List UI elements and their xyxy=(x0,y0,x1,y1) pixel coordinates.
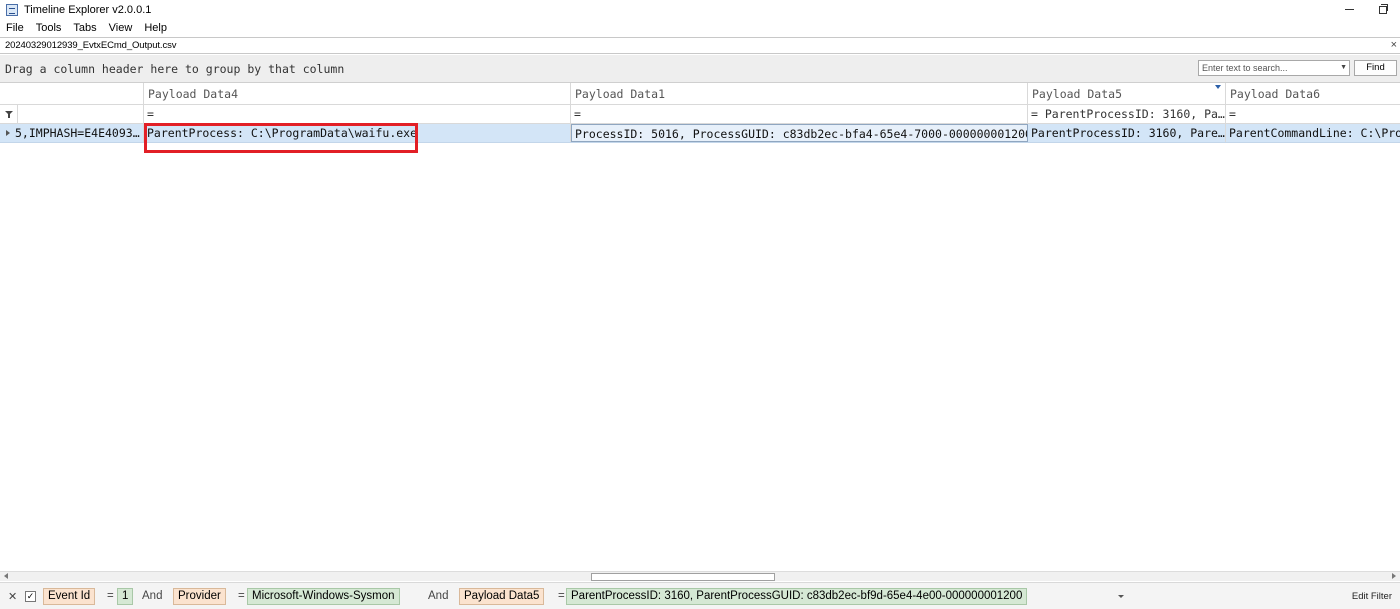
column-header-payload-data5[interactable]: Payload Data5 xyxy=(1028,83,1226,104)
column-header-payload-data1[interactable]: Payload Data1 xyxy=(571,83,1028,104)
search-input[interactable]: Enter text to search... ▼ xyxy=(1198,60,1350,76)
cell-payload-data5[interactable]: ParentProcessID: 3160, Pare… xyxy=(1028,124,1226,142)
edit-filter-button[interactable]: Edit Filter xyxy=(1352,591,1392,602)
row-arrow-icon xyxy=(6,130,10,136)
close-tab-icon[interactable]: × xyxy=(1391,38,1397,53)
table-row[interactable]: 5,IMPHASH=E4E4093… ParentProcess: C:\Pro… xyxy=(0,124,1400,143)
group-hint-text: Drag a column header here to group by th… xyxy=(5,62,345,76)
scroll-right-icon[interactable] xyxy=(1392,573,1396,579)
column-header-payload-data6[interactable]: Payload Data6 xyxy=(1226,83,1400,104)
row-indicator xyxy=(0,124,12,142)
window-controls xyxy=(1332,0,1400,19)
column-header-payload-data4[interactable]: Payload Data4 xyxy=(144,83,571,104)
clear-filter-icon[interactable]: ✕ xyxy=(8,590,17,603)
title-bar: Timeline Explorer v2.0.0.1 xyxy=(0,0,1400,19)
filter-cell-payload-data4[interactable]: = xyxy=(144,105,571,123)
cell-payload-data1[interactable]: ProcessID: 5016, ProcessGUID: c83db2ec-b… xyxy=(571,124,1028,142)
menu-help[interactable]: Help xyxy=(138,22,173,34)
find-button[interactable]: Find xyxy=(1354,60,1397,76)
scroll-left-icon[interactable] xyxy=(4,573,8,579)
filter-value-payload-data5[interactable]: ParentProcessID: 3160, ParentProcessGUID… xyxy=(566,588,1028,605)
filter-value-event-id[interactable]: 1 xyxy=(117,588,134,605)
scrollbar-thumb[interactable] xyxy=(591,573,775,581)
filter-cell-payload-data6[interactable]: = xyxy=(1226,105,1400,123)
minimize-icon xyxy=(1344,9,1354,10)
filter-field-event-id[interactable]: Event Id xyxy=(43,588,96,605)
filter-marker-icon xyxy=(1215,85,1221,89)
cell-payload-data6[interactable]: ParentCommandLine: C:\Prog xyxy=(1226,124,1400,142)
filter-operator[interactable]: = xyxy=(107,590,114,602)
cell-payload-data4[interactable]: ParentProcess: C:\ProgramData\waifu.exe xyxy=(144,124,571,142)
filter-row-icon-cell xyxy=(0,105,18,123)
filter-cell-payload-data5[interactable]: = ParentProcessID: 3160, Pa… xyxy=(1028,105,1226,123)
window-title: Timeline Explorer v2.0.0.1 xyxy=(24,3,152,16)
restore-button[interactable] xyxy=(1366,0,1400,19)
column-header-prev[interactable] xyxy=(0,83,144,104)
tab-bar: 20240329012939_EvtxECmd_Output.csv × xyxy=(0,37,1400,54)
chevron-down-icon[interactable]: ▼ xyxy=(1340,61,1347,75)
filter-cell-prev[interactable] xyxy=(18,105,144,123)
auto-filter-row: = = = ParentProcessID: 3160, Pa… = xyxy=(0,105,1400,124)
menu-tools[interactable]: Tools xyxy=(30,22,68,34)
filter-enabled-checkbox[interactable]: ✓ xyxy=(25,591,36,602)
chevron-down-icon[interactable] xyxy=(1118,595,1124,598)
column-header-label: Payload Data5 xyxy=(1032,87,1123,101)
filter-operator[interactable]: = xyxy=(238,590,245,602)
filter-and[interactable]: And xyxy=(142,590,162,602)
menu-file[interactable]: File xyxy=(0,22,30,34)
group-panel[interactable]: Drag a column header here to group by th… xyxy=(0,55,1400,83)
filter-operator[interactable]: = xyxy=(558,590,565,602)
filter-cell-payload-data1[interactable]: = xyxy=(571,105,1028,123)
restore-icon xyxy=(1379,3,1388,14)
app-icon xyxy=(6,3,18,16)
tab-csv-file[interactable]: 20240329012939_EvtxECmd_Output.csv xyxy=(0,38,181,53)
filter-value-provider[interactable]: Microsoft-Windows-Sysmon xyxy=(247,588,400,605)
minimize-button[interactable] xyxy=(1332,0,1366,19)
menu-view[interactable]: View xyxy=(103,22,139,34)
cell-prev[interactable]: 5,IMPHASH=E4E4093… xyxy=(12,124,144,142)
filter-field-provider[interactable]: Provider xyxy=(173,588,226,605)
funnel-icon xyxy=(5,111,13,118)
column-header-row: Payload Data4 Payload Data1 Payload Data… xyxy=(0,83,1400,105)
menu-tabs[interactable]: Tabs xyxy=(67,22,102,34)
filter-field-payload-data5[interactable]: Payload Data5 xyxy=(459,588,545,605)
filter-bar: ✕ ✓ Event Id = 1 And Provider = Microsof… xyxy=(0,582,1400,609)
search-placeholder: Enter text to search... xyxy=(1202,63,1288,73)
menu-bar: File Tools Tabs View Help xyxy=(0,19,1400,36)
filter-and[interactable]: And xyxy=(428,590,448,602)
horizontal-scrollbar[interactable] xyxy=(0,571,1400,581)
data-grid: Payload Data4 Payload Data1 Payload Data… xyxy=(0,83,1400,571)
